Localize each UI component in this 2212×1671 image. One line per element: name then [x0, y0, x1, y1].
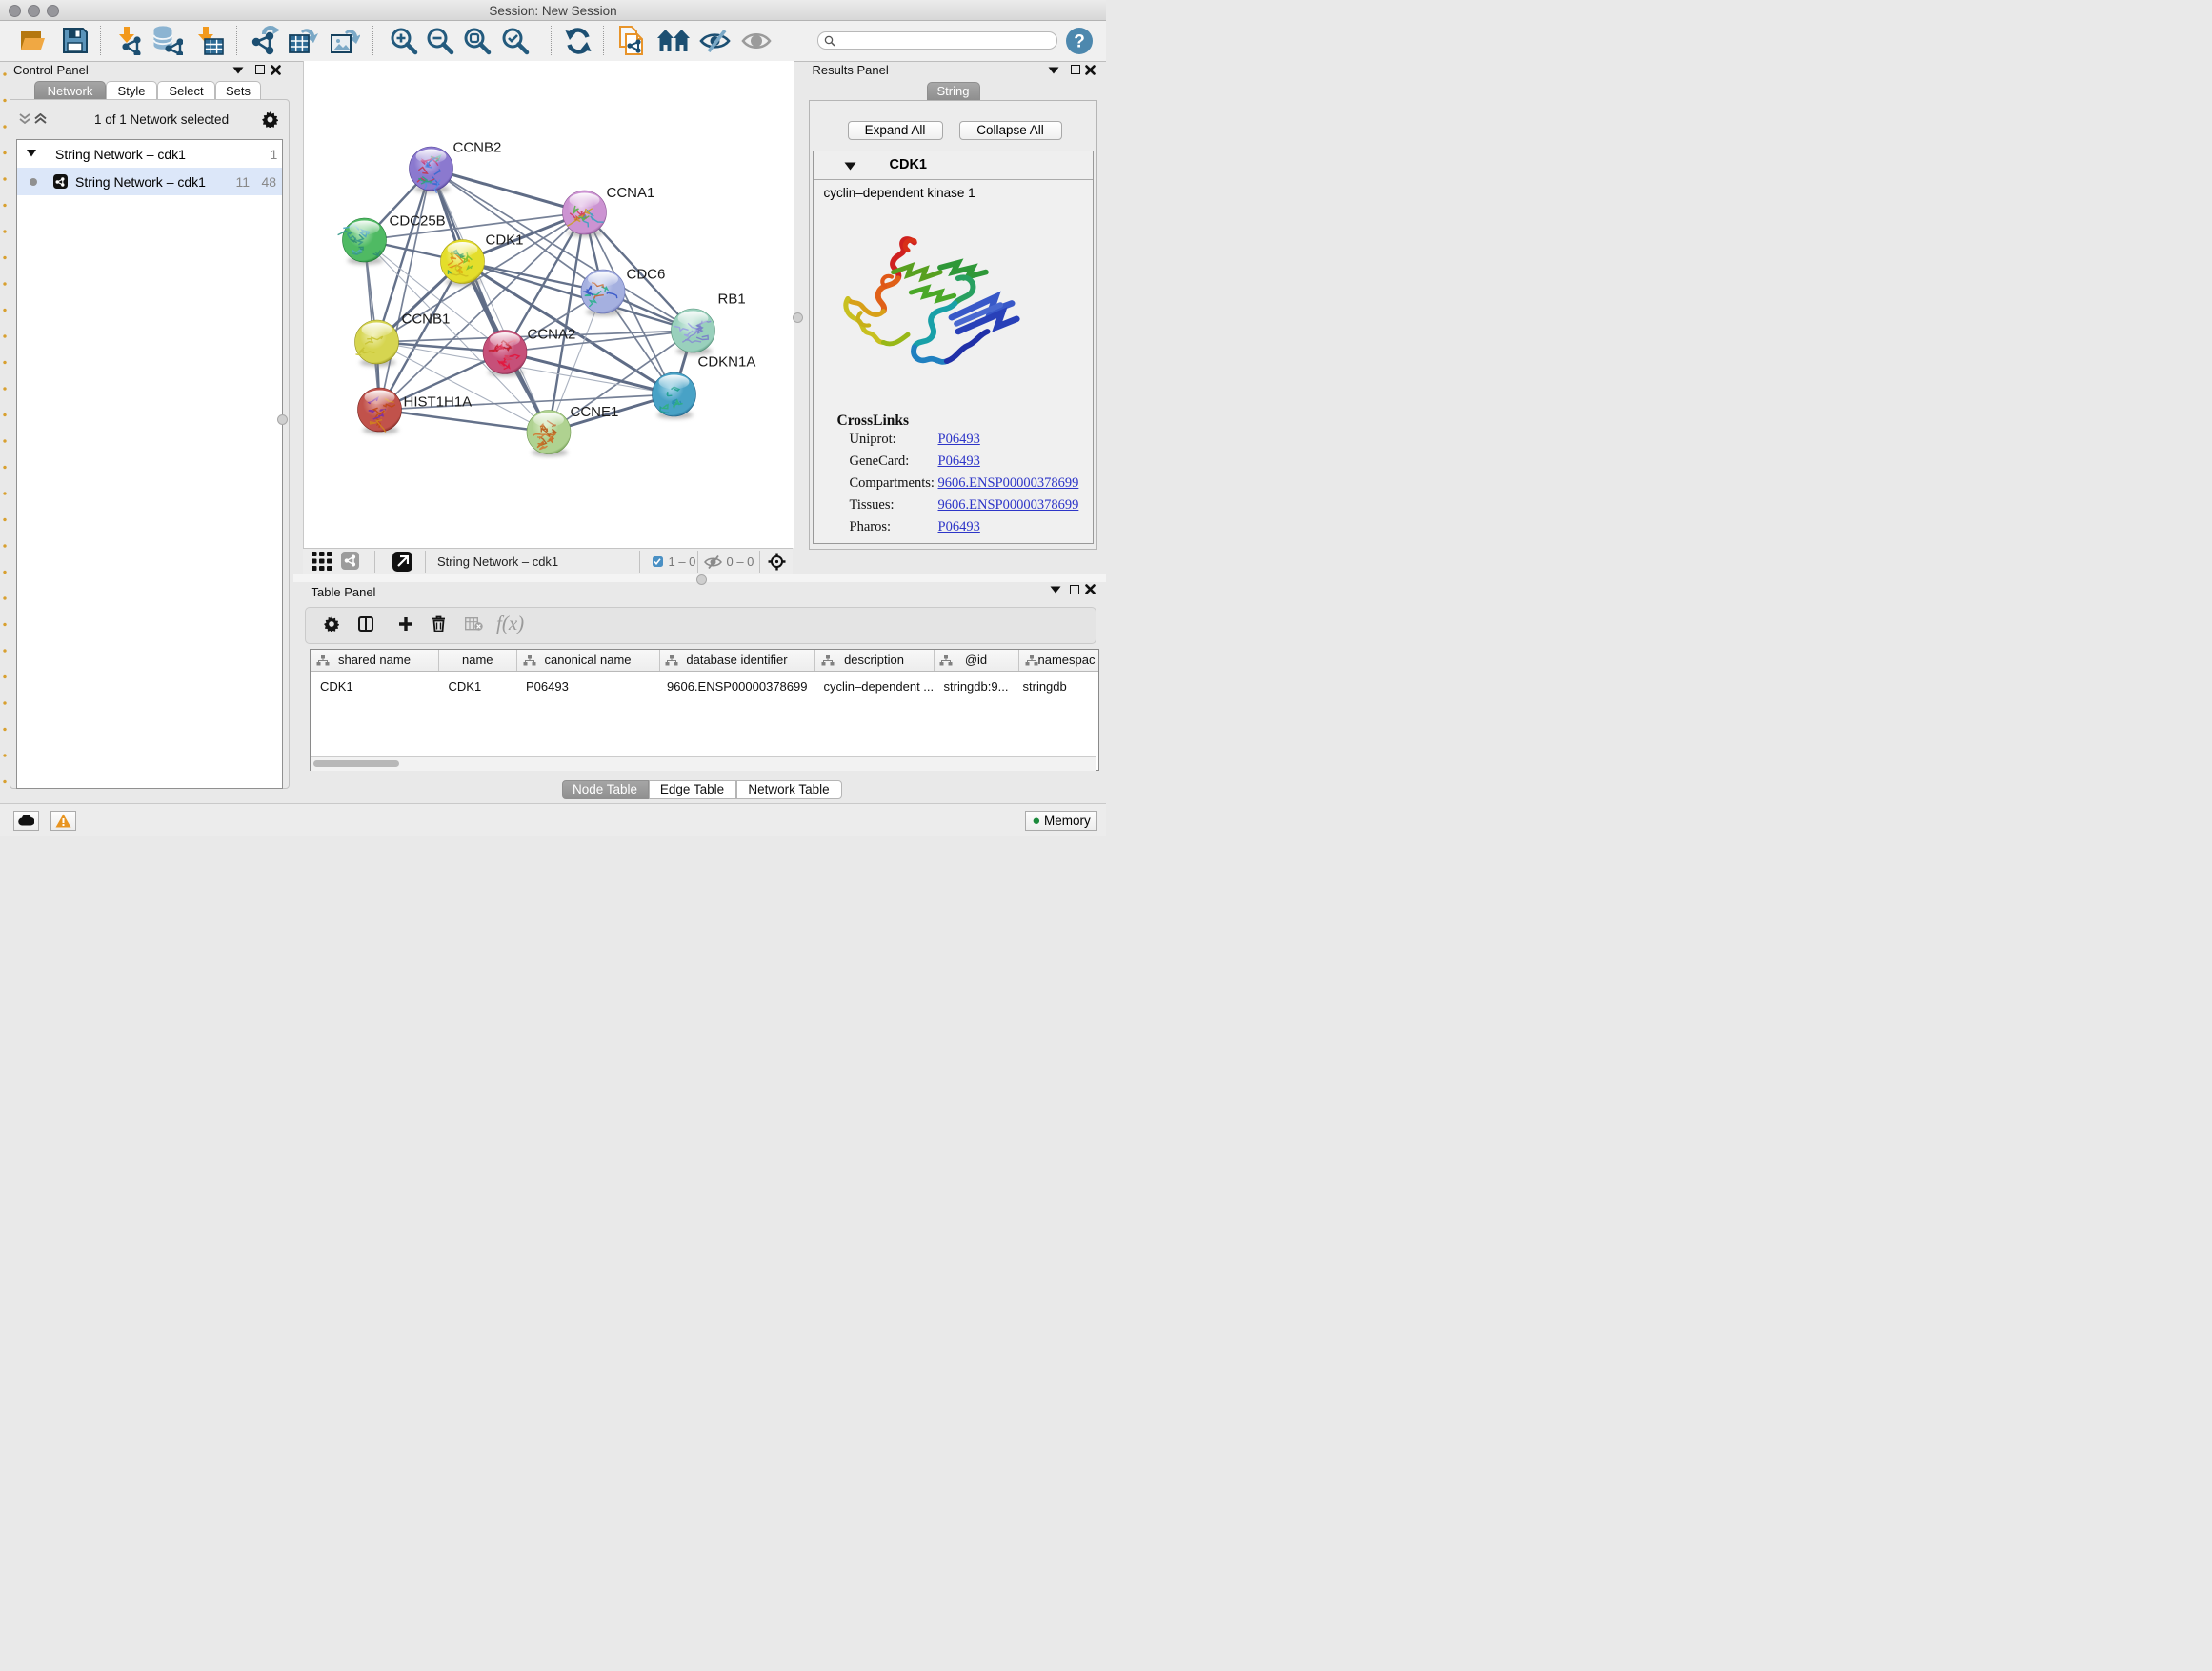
- svg-text:CCNA2: CCNA2: [527, 327, 575, 343]
- svg-text:CCNB1: CCNB1: [401, 312, 450, 328]
- svg-text:CCNB2: CCNB2: [452, 140, 501, 156]
- svg-text:CCNA1: CCNA1: [606, 185, 654, 201]
- svg-text:CDKN1A: CDKN1A: [697, 354, 755, 371]
- svg-text:CDC6: CDC6: [626, 267, 665, 283]
- svg-text:RB1: RB1: [717, 292, 745, 308]
- svg-text:?: ?: [1074, 32, 1085, 52]
- svg-text:CDK1: CDK1: [485, 232, 523, 249]
- svg-text:HIST1H1A: HIST1H1A: [403, 394, 472, 411]
- svg-text:CDC25B: CDC25B: [389, 213, 445, 230]
- svg-text:CCNE1: CCNE1: [570, 404, 618, 420]
